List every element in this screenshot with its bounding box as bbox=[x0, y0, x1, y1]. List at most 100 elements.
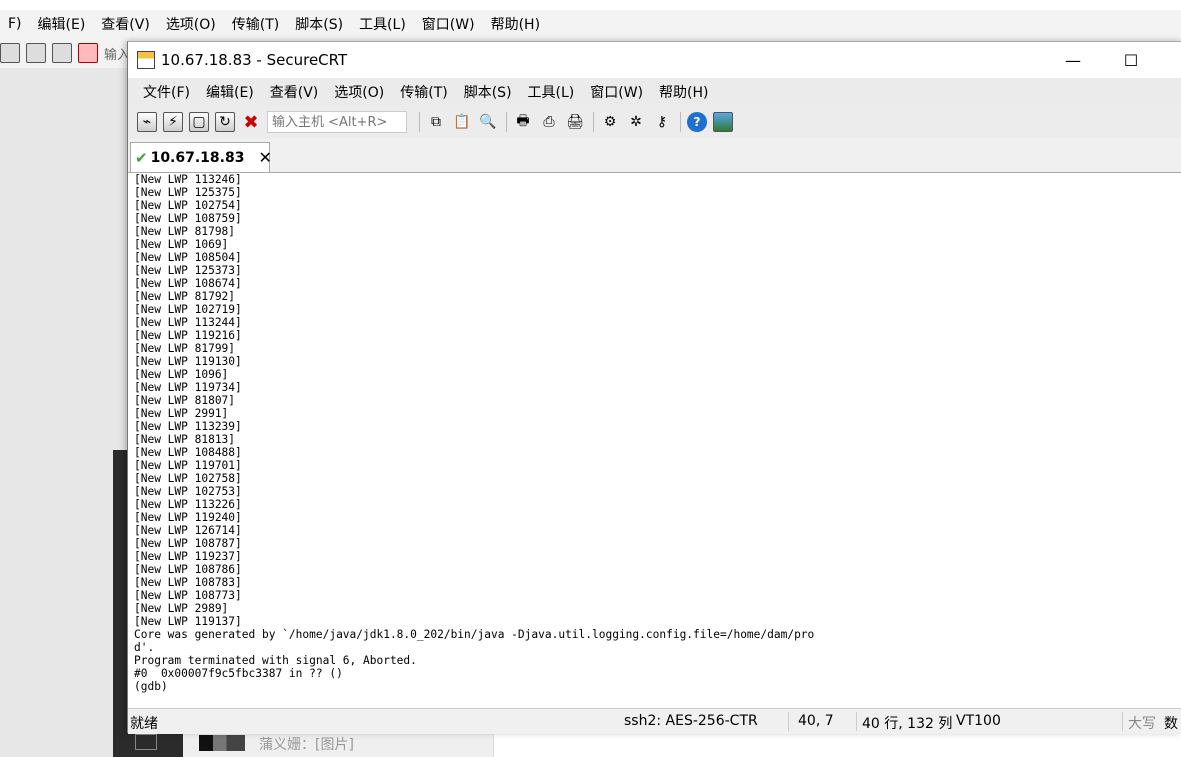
bg-menu-script[interactable]: 脚本(S) bbox=[287, 14, 351, 34]
bg-menu-view[interactable]: 查看(V) bbox=[93, 14, 158, 34]
session-options-icon[interactable]: ⚙ bbox=[600, 112, 620, 132]
status-caps: 大写 bbox=[1128, 716, 1156, 732]
quick-connect-icon[interactable]: ⚡ bbox=[163, 112, 183, 132]
connected-check-icon: ✔ bbox=[135, 148, 148, 167]
terminal-line: [New LWP 102753] bbox=[134, 485, 242, 498]
keymap-icon[interactable]: ⚷ bbox=[652, 112, 672, 132]
background-chat-preview: 蒲义姗：[图片] bbox=[183, 730, 1181, 757]
title-bar[interactable]: 10.67.18.83 - SecureCRT — ☐ bbox=[128, 42, 1181, 78]
terminal-output: [New LWP 113246] [New LWP 125375] [New LWP… bbox=[128, 173, 1181, 693]
connect-tab-icon[interactable]: ▢ bbox=[189, 112, 209, 132]
terminal-line: [New LWP 102754] bbox=[134, 199, 242, 212]
help-icon[interactable]: ? bbox=[687, 112, 707, 132]
bg-connect-icon[interactable] bbox=[0, 43, 20, 63]
terminal-line: [New LWP 102719] bbox=[134, 303, 242, 316]
terminal-line: [New LWP 102758] bbox=[134, 472, 242, 485]
tab-label: 10.67.18.83 bbox=[150, 149, 245, 166]
status-num: 数 bbox=[1164, 716, 1178, 732]
chat-preview-text[interactable]: 蒲义姗：[图片] bbox=[259, 734, 354, 754]
status-divider bbox=[1122, 712, 1123, 731]
window-title: 10.67.18.83 - SecureCRT bbox=[161, 51, 348, 69]
terminal-line: Program terminated with signal 6, Aborte… bbox=[134, 654, 417, 667]
menu-script[interactable]: 脚本(S) bbox=[456, 82, 520, 102]
menu-transfer[interactable]: 传输(T) bbox=[392, 82, 455, 102]
bg-menu-tools[interactable]: 工具(L) bbox=[351, 14, 414, 34]
bg-menu-options[interactable]: 选项(O) bbox=[158, 14, 224, 34]
terminal-line: [New LWP 119237] bbox=[134, 550, 242, 563]
background-toolbar: 输入 bbox=[0, 38, 130, 68]
find-icon[interactable]: 🔍 bbox=[478, 112, 498, 132]
terminal-line: [New LWP 119701] bbox=[134, 459, 242, 472]
reconnect-icon[interactable]: ↻ bbox=[215, 112, 235, 132]
toolbar-separator bbox=[419, 112, 420, 132]
menu-tools[interactable]: 工具(L) bbox=[520, 82, 583, 102]
securecrt-app-icon bbox=[137, 51, 155, 69]
connect-icon[interactable]: ⌁ bbox=[137, 112, 157, 132]
global-options-icon[interactable]: ✲ bbox=[626, 112, 646, 132]
paste-icon[interactable]: 📋 bbox=[452, 112, 472, 132]
print-selection-icon[interactable]: ⎙ bbox=[539, 112, 559, 132]
bg-reconnect-icon[interactable] bbox=[52, 43, 72, 63]
terminal-line: [New LWP 108504] bbox=[134, 251, 242, 264]
screen-icon[interactable] bbox=[713, 112, 733, 132]
securecrt-window: 10.67.18.83 - SecureCRT — ☐ 文件(F) 编辑(E) … bbox=[127, 41, 1181, 734]
printer-icon[interactable]: 🖨 bbox=[565, 112, 585, 132]
print-icon[interactable]: 🖶 bbox=[513, 112, 533, 132]
toolbar-separator bbox=[593, 112, 594, 132]
terminal-line: [New LWP 119216] bbox=[134, 329, 242, 342]
terminal-line: [New LWP 1096] bbox=[134, 368, 229, 381]
status-divider bbox=[788, 712, 789, 731]
terminal-area[interactable]: [New LWP 113246] [New LWP 125375] [New LWP… bbox=[128, 173, 1181, 708]
menu-window[interactable]: 窗口(W) bbox=[582, 82, 651, 102]
terminal-line: d'. bbox=[134, 641, 155, 654]
toolbar-separator bbox=[680, 112, 681, 132]
terminal-line: [New LWP 2991] bbox=[134, 407, 229, 420]
menu-view[interactable]: 查看(V) bbox=[262, 82, 327, 102]
window-icon[interactable] bbox=[135, 734, 157, 750]
terminal-line: [New LWP 108783] bbox=[134, 576, 242, 589]
menu-help[interactable]: 帮助(H) bbox=[651, 82, 716, 102]
copy-icon[interactable]: ⧉ bbox=[426, 112, 446, 132]
terminal-line: [New LWP 108786] bbox=[134, 563, 242, 576]
bg-menu-window[interactable]: 窗口(W) bbox=[414, 14, 483, 34]
host-input[interactable]: 输入主机 <Alt+R> bbox=[267, 111, 407, 133]
terminal-line: [New LWP 125375] bbox=[134, 186, 242, 199]
status-divider bbox=[856, 712, 857, 731]
tab-close-button[interactable]: ✕ bbox=[258, 148, 271, 167]
bg-menu-file[interactable]: F) bbox=[0, 16, 30, 32]
status-cursor: 40, 7 bbox=[798, 713, 834, 729]
terminal-line: [New LWP 125373] bbox=[134, 264, 242, 277]
terminal-line: [New LWP 81807] bbox=[134, 394, 236, 407]
session-tab-bar: ✔ 10.67.18.83 ✕ bbox=[128, 138, 1181, 173]
tab-session[interactable]: ✔ 10.67.18.83 ✕ bbox=[130, 142, 272, 172]
terminal-line: #0 0x00007f9c5fbc3387 in ?? () bbox=[134, 667, 343, 680]
toolbar-separator bbox=[506, 112, 507, 132]
menu-options[interactable]: 选项(O) bbox=[326, 82, 392, 102]
terminal-line: [New LWP 1069] bbox=[134, 238, 229, 251]
bg-menu-transfer[interactable]: 传输(T) bbox=[224, 14, 287, 34]
status-cipher: ssh2: AES-256-CTR bbox=[624, 713, 758, 729]
terminal-line: [New LWP 2989] bbox=[134, 602, 229, 615]
bg-disconnect-icon[interactable] bbox=[78, 43, 98, 63]
terminal-line: Core was generated by `/home/java/jdk1.8… bbox=[134, 628, 815, 641]
bg-menu-help[interactable]: 帮助(H) bbox=[483, 14, 548, 34]
bg-tab-icon[interactable] bbox=[26, 43, 46, 63]
minimize-button[interactable]: — bbox=[1050, 42, 1096, 78]
image-thumbnail bbox=[199, 735, 245, 751]
terminal-line: [New LWP 108787] bbox=[134, 537, 242, 550]
background-menubar: F) 编辑(E) 查看(V) 选项(O) 传输(T) 脚本(S) 工具(L) 窗… bbox=[0, 10, 1181, 38]
status-terminal-type: VT100 bbox=[956, 713, 1001, 729]
disconnect-icon[interactable]: ✖ bbox=[241, 112, 261, 133]
bg-menu-edit[interactable]: 编辑(E) bbox=[30, 14, 94, 34]
terminal-line: [New LWP 119130] bbox=[134, 355, 242, 368]
background-panel bbox=[0, 68, 128, 757]
terminal-line: [New LWP 126714] bbox=[134, 524, 242, 537]
status-size: 40 行, 132 列 bbox=[862, 716, 953, 732]
menu-file[interactable]: 文件(F) bbox=[135, 82, 198, 102]
terminal-line: [New LWP 119240] bbox=[134, 511, 242, 524]
terminal-line: [New LWP 113244] bbox=[134, 316, 242, 329]
maximize-button[interactable]: ☐ bbox=[1108, 42, 1154, 78]
menu-edit[interactable]: 编辑(E) bbox=[198, 82, 262, 102]
terminal-line: [New LWP 81813] bbox=[134, 433, 236, 446]
terminal-line: [New LWP 108773] bbox=[134, 589, 242, 602]
